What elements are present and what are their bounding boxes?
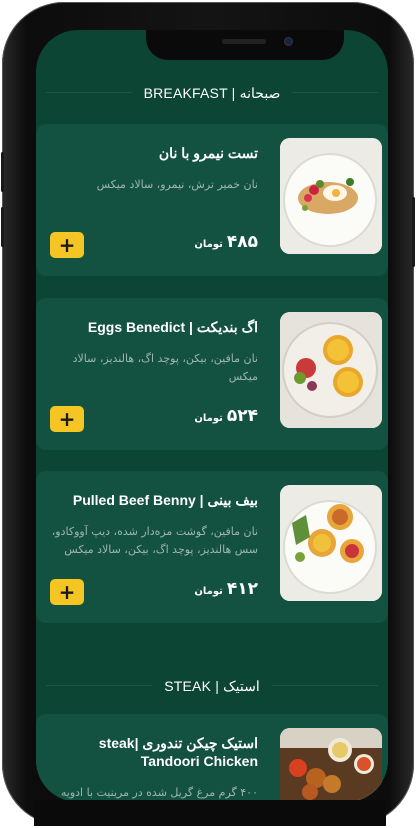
phone-frame: BREAKFAST | صبحانه تست نیمرو با نان نان … bbox=[1, 2, 415, 826]
section-header-steak: STEAK | استیک bbox=[36, 671, 388, 701]
dish-image bbox=[280, 138, 382, 254]
menu-screen[interactable]: BREAKFAST | صبحانه تست نیمرو با نان نان … bbox=[36, 30, 388, 802]
dish-name: استیک چیکن تندوری |steak Tandoori Chicke… bbox=[98, 735, 258, 769]
price-amount: ۵۲۴ bbox=[226, 406, 258, 426]
dish-description: نان مافین، گوشت مزه‌دار شده، دیپ آووکادو… bbox=[51, 525, 258, 556]
add-to-cart-button[interactable]: + bbox=[50, 406, 84, 432]
price: ۵۲۴ تومان bbox=[194, 406, 258, 426]
section-title: BREAKFAST | صبحانه bbox=[131, 84, 293, 102]
price-currency: تومان bbox=[194, 586, 223, 597]
menu-item-card[interactable]: تست نیمرو با نان نان خمیر ترش، نیمرو، سا… bbox=[36, 124, 388, 276]
price-amount: ۴۸۵ bbox=[226, 232, 258, 252]
menu-item-card[interactable]: بیف بینی | Pulled Beef Benny نان مافین، … bbox=[36, 471, 388, 623]
add-to-cart-button[interactable]: + bbox=[50, 579, 84, 605]
phone-bottom-edge bbox=[34, 800, 386, 826]
dish-name: اگ بندیکت | Eggs Benedict bbox=[87, 319, 258, 335]
add-to-cart-button[interactable]: + bbox=[50, 232, 84, 258]
section-title: STEAK | استیک bbox=[152, 677, 272, 695]
section-header-breakfast: BREAKFAST | صبحانه bbox=[36, 78, 388, 108]
phone-volume-button bbox=[1, 207, 4, 247]
front-camera bbox=[284, 37, 293, 46]
phone-notch bbox=[146, 30, 344, 60]
speaker bbox=[222, 39, 266, 44]
dish-image bbox=[280, 728, 382, 802]
dish-image bbox=[280, 312, 382, 428]
price: ۴۸۵ تومان bbox=[194, 232, 258, 252]
menu-item-card[interactable]: اگ بندیکت | Eggs Benedict نان مافین، بیک… bbox=[36, 298, 388, 450]
dish-name: بیف بینی | Pulled Beef Benny bbox=[72, 492, 258, 508]
dish-image bbox=[280, 485, 382, 601]
menu-item-card[interactable]: استیک چیکن تندوری |steak Tandoori Chicke… bbox=[36, 714, 388, 802]
phone-volume-button bbox=[1, 152, 4, 192]
price-currency: تومان bbox=[194, 413, 223, 424]
price-currency: تومان bbox=[194, 239, 223, 250]
dish-description: نان مافین، بیکن، پوچد اگ، هالندیز، سالاد… bbox=[72, 352, 258, 383]
phone-power-button bbox=[412, 197, 415, 267]
price: ۴۱۲ تومان bbox=[194, 579, 258, 599]
dish-name: تست نیمرو با نان bbox=[158, 145, 258, 161]
price-amount: ۴۱۲ bbox=[226, 579, 258, 599]
dish-description: نان خمیر ترش، نیمرو، سالاد میکس bbox=[96, 178, 258, 191]
